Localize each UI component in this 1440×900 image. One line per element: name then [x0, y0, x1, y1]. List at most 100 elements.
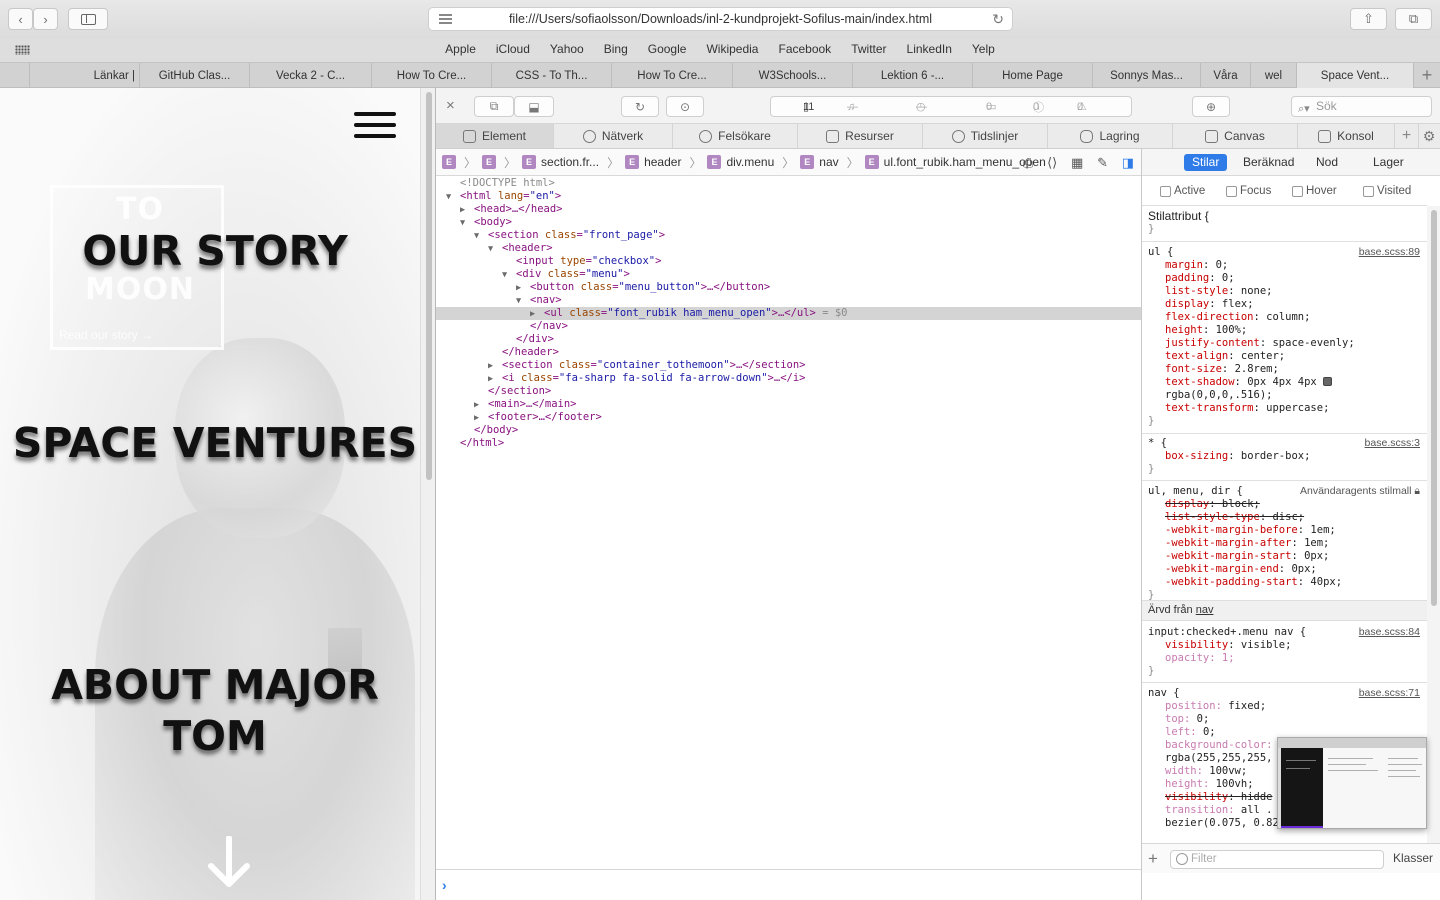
- visited-checkbox[interactable]: Visited: [1363, 185, 1411, 197]
- css-property[interactable]: height: 100vh;: [1165, 778, 1254, 791]
- dom-node-section-container[interactable]: ▶ <section class="container_tothemoon">…<…: [488, 359, 1193, 372]
- rule-source-link[interactable]: base.scss:89: [1359, 246, 1420, 258]
- menu-item-our-story[interactable]: OUR STORY: [10, 226, 420, 277]
- breadcrumb-item[interactable]: Enav: [800, 155, 839, 169]
- breadcrumb-item[interactable]: Eheader: [625, 155, 681, 169]
- filter-input[interactable]: Filter: [1170, 850, 1384, 869]
- forward-button[interactable]: ›: [33, 8, 58, 30]
- css-property[interactable]: background-color:: [1165, 739, 1272, 752]
- dom-node-input[interactable]: <input type="checkbox">: [516, 255, 1221, 268]
- tab-node[interactable]: Nod: [1308, 154, 1346, 171]
- css-property[interactable]: display: flex;: [1165, 298, 1254, 311]
- tab[interactable]: How To Cre...: [612, 63, 733, 88]
- favorite-link[interactable]: Wikipedia: [706, 42, 758, 56]
- dom-node-main[interactable]: ▶ <main>…</main>: [474, 398, 1179, 411]
- dom-node-nav-close[interactable]: </nav>: [530, 320, 1235, 333]
- breadcrumb-item[interactable]: Ediv.menu: [707, 155, 774, 169]
- css-property[interactable]: box-sizing: border-box;: [1165, 450, 1310, 463]
- tab[interactable]: GitHub Clas...: [140, 63, 250, 88]
- css-property[interactable]: list-style: none;: [1165, 285, 1272, 298]
- favorite-link[interactable]: Yahoo: [550, 42, 584, 56]
- css-property[interactable]: flex-direction: column;: [1165, 311, 1310, 324]
- share-button[interactable]: ⇧: [1350, 8, 1387, 30]
- favorite-link[interactable]: Facebook: [778, 42, 831, 56]
- reload-icon[interactable]: ↻: [992, 11, 1004, 28]
- tab-timelines[interactable]: Tidslinjer: [923, 124, 1048, 148]
- breadcrumb-item[interactable]: Esection.fr...: [522, 155, 599, 169]
- tab-storage[interactable]: Lagring: [1048, 124, 1173, 148]
- new-tab-button[interactable]: +: [1414, 63, 1440, 88]
- dom-node-doctype[interactable]: <!DOCTYPE html>: [460, 177, 1165, 190]
- sidebar-toggle-button[interactable]: [68, 8, 108, 30]
- arrow-down-icon[interactable]: [206, 836, 252, 890]
- rule-selector[interactable]: * {: [1148, 437, 1167, 450]
- scrollbar-thumb[interactable]: [1431, 210, 1437, 606]
- page-scrollbar[interactable]: [420, 88, 435, 900]
- dom-node-footer[interactable]: ▶ <footer>…</footer>: [474, 411, 1179, 424]
- css-property[interactable]: height: 100%;: [1165, 324, 1247, 337]
- dom-node-html[interactable]: ▼ <html lang="en">: [446, 190, 1151, 203]
- css-property[interactable]: position: fixed;: [1165, 700, 1266, 713]
- tab[interactable]: Länkar |: [30, 63, 140, 88]
- tab[interactable]: W3Schools...: [733, 63, 853, 88]
- favorite-link[interactable]: Yelp: [972, 42, 995, 56]
- tab[interactable]: Lektion 6 -...: [853, 63, 973, 88]
- sidebar-icon[interactable]: ◨: [1122, 155, 1134, 171]
- rule-source-link[interactable]: base.scss:84: [1359, 626, 1420, 638]
- tab[interactable]: Vecka 2 - C...: [250, 63, 372, 88]
- favorite-link[interactable]: Bing: [604, 42, 628, 56]
- favorite-link[interactable]: Apple: [445, 42, 476, 56]
- menu-item-space-ventures[interactable]: SPACE VENTURES: [10, 418, 420, 469]
- gear-icon[interactable]: ⚙: [1421, 128, 1437, 144]
- element-picker-button[interactable]: ⊕: [1192, 96, 1230, 117]
- dom-node-html-close[interactable]: </html>: [460, 437, 1165, 450]
- tab[interactable]: Våra: [1201, 63, 1251, 88]
- paintbrush-icon[interactable]: ✎: [1097, 155, 1108, 171]
- tab[interactable]: [0, 63, 30, 88]
- activity-counters[interactable]: ▯ 11 ♫ — ◷ — ▭ 0 ⓘ 0 ⚠ 0: [770, 96, 1132, 117]
- sidebar-scrollbar[interactable]: [1427, 206, 1440, 843]
- inherited-node-link[interactable]: nav: [1196, 604, 1214, 616]
- dom-node-ul-selected[interactable]: ▶ <ul class="font_rubik ham_menu_open">…<…: [436, 307, 1141, 320]
- css-property[interactable]: width: 100vw;: [1165, 765, 1247, 778]
- back-button[interactable]: ‹: [8, 8, 33, 30]
- css-property[interactable]: text-shadow: 0px 4px 4px: [1165, 376, 1333, 389]
- focus-checkbox[interactable]: Focus: [1226, 185, 1271, 197]
- css-property[interactable]: opacity: 1;: [1165, 652, 1235, 665]
- tab[interactable]: Sonnys Mas...: [1093, 63, 1201, 88]
- css-property[interactable]: top: 0;: [1165, 713, 1209, 726]
- show-tabs-button[interactable]: ⧉: [1395, 8, 1432, 30]
- address-bar[interactable]: file:///Users/sofiaolsson/Downloads/inl-…: [428, 7, 1013, 31]
- dom-node-header-close[interactable]: </header>: [502, 346, 1207, 359]
- reload-page-button[interactable]: ↻: [621, 96, 659, 117]
- css-property[interactable]: margin: 0;: [1165, 259, 1228, 272]
- favorite-link[interactable]: iCloud: [496, 42, 530, 56]
- css-property[interactable]: padding: 0;: [1165, 272, 1235, 285]
- dom-node-body-close[interactable]: </body>: [474, 424, 1179, 437]
- tab[interactable]: wel: [1251, 63, 1297, 88]
- tab-debugger[interactable]: Felsökare: [673, 124, 798, 148]
- tab[interactable]: CSS - To Th...: [492, 63, 612, 88]
- style-attribute-header[interactable]: Stilattribut {: [1148, 210, 1209, 223]
- color-swatch-icon[interactable]: [1323, 377, 1333, 386]
- tab-console[interactable]: Konsol: [1298, 124, 1395, 148]
- rule-selector[interactable]: nav {: [1148, 687, 1180, 700]
- dom-node-section-front[interactable]: ▼ <section class="front_page">: [474, 229, 1179, 242]
- disclosure-open-icon[interactable]: ▼: [488, 243, 502, 256]
- classes-toggle[interactable]: Klasser: [1393, 851, 1433, 865]
- css-property-overridden[interactable]: visibility: hidde: [1165, 791, 1272, 804]
- download-archive-button[interactable]: ⊙: [666, 96, 704, 117]
- disclosure-open-icon[interactable]: ▼: [502, 269, 516, 282]
- rule-source-link[interactable]: base.scss:71: [1359, 687, 1420, 699]
- rule-source-link[interactable]: base.scss:3: [1365, 437, 1420, 449]
- braces-icon[interactable]: ⟨⟩: [1047, 155, 1057, 171]
- breadcrumb-item[interactable]: E: [442, 155, 456, 169]
- css-property[interactable]: text-transform: uppercase;: [1165, 402, 1329, 415]
- menu-item-about-major-tom[interactable]: ABOUT MAJOR TOM: [10, 660, 420, 762]
- dom-node-body[interactable]: ▼ <body>: [460, 216, 1165, 229]
- new-tab-button[interactable]: +: [1395, 124, 1419, 148]
- dom-node-div-close[interactable]: </div>: [516, 333, 1221, 346]
- inspector-search-input[interactable]: ⌕▾ Sök: [1291, 96, 1432, 117]
- dom-node-section-close[interactable]: </section>: [488, 385, 1193, 398]
- breadcrumb-item[interactable]: E: [482, 155, 497, 169]
